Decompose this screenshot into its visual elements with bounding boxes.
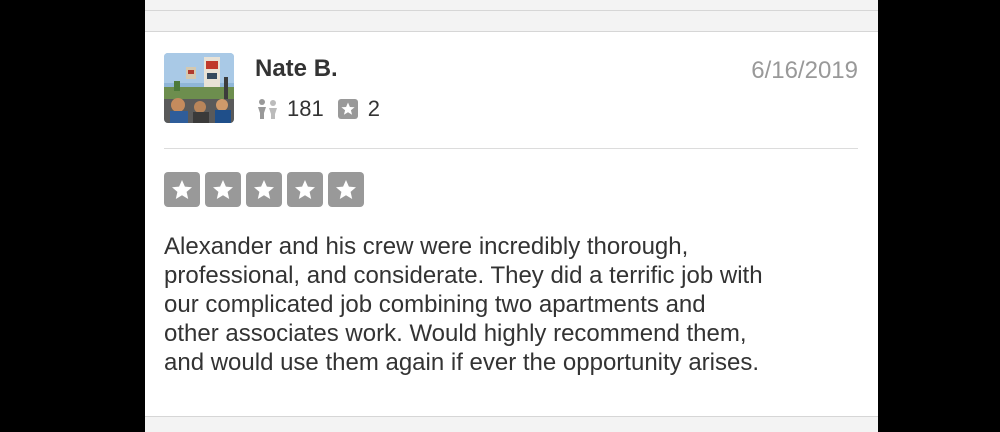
review-card: Nate B. 6/16/2019 181 2 Alexander and hi… [145,31,878,417]
header-divider [164,148,858,149]
review-star-icon [337,98,361,120]
review-text-line: other associates work. Would highly reco… [164,320,747,347]
star-icon [205,172,241,207]
friends-icon [256,98,280,120]
next-card-edge [145,417,878,432]
review-text: Alexander and his crew were incredibly t… [164,232,864,377]
avatar-photo-icon [164,53,234,123]
app-screen: Nate B. 6/16/2019 181 2 Alexander and hi… [145,0,878,432]
review-text-line: Alexander and his crew were incredibly t… [164,233,689,260]
review-text-line: and would use them again if ever the opp… [164,349,760,376]
previous-card-edge [145,0,878,11]
star-rating [164,172,369,207]
friends-count: 181 [287,96,324,121]
review-text-line: professional, and considerate. They did … [164,262,763,289]
star-icon [287,172,323,207]
review-date: 6/16/2019 [751,57,858,84]
star-icon [246,172,282,207]
user-stats: 181 2 [256,96,393,122]
star-icon [328,172,364,207]
star-icon [164,172,200,207]
reviews-count: 2 [367,96,380,121]
user-avatar[interactable] [164,53,234,123]
review-text-line: our complicated job combining two apartm… [164,291,706,318]
user-name[interactable]: Nate B. [255,55,338,83]
